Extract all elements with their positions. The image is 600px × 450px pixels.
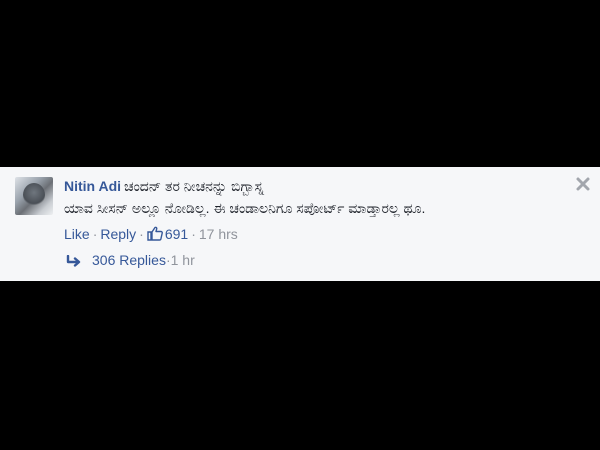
comment-actions: Like · Reply · 691 · 17 hrs [64, 225, 564, 243]
comment-author[interactable]: Nitin Adi [64, 178, 121, 194]
close-icon[interactable] [574, 175, 592, 193]
separator: · [92, 226, 98, 242]
comment-timestamp[interactable]: 17 hrs [199, 226, 238, 242]
replies-timestamp: 1 hr [170, 252, 195, 268]
like-button[interactable]: Like [64, 226, 90, 242]
like-count[interactable]: 691 [147, 226, 188, 242]
comment-text-part1: ಚಂದನ್ ತರ ನೀಚನನ್ನು ಬಿಗ್ಬಾಸ್ನ [124, 178, 264, 194]
view-replies-link[interactable]: 306 Replies [92, 252, 166, 268]
separator: · [191, 226, 196, 242]
reply-arrow-icon [66, 255, 81, 267]
reply-button[interactable]: Reply [100, 226, 136, 242]
like-count-value: 691 [164, 226, 189, 242]
comment-text-line1: Nitin Adi ಚಂದನ್ ತರ ನೀಚನನ್ನು ಬಿಗ್ಬಾಸ್ನ [64, 177, 564, 195]
comment-text-line2: ಯಾವ ಸೀಸನ್ ಅಲ್ಲೂ ನೋಡಿಲ್ಲ. ಈ ಚಂಡಾಲನಿಗೂ ಸಪೋ… [64, 200, 426, 216]
thumbs-up-icon [147, 226, 163, 241]
separator: · [139, 226, 144, 242]
comment-body: Nitin Adi ಚಂದನ್ ತರ ನೀಚನನ್ನು ಬಿಗ್ಬಾಸ್ನ ಯಾವ… [64, 177, 564, 243]
replies-row: 306 Replies·1 hr [66, 251, 195, 269]
avatar[interactable] [15, 177, 53, 215]
comment-panel: Nitin Adi ಚಂದನ್ ತರ ನೀಚನನ್ನು ಬಿಗ್ಬಾಸ್ನ ಯಾವ… [0, 167, 600, 281]
